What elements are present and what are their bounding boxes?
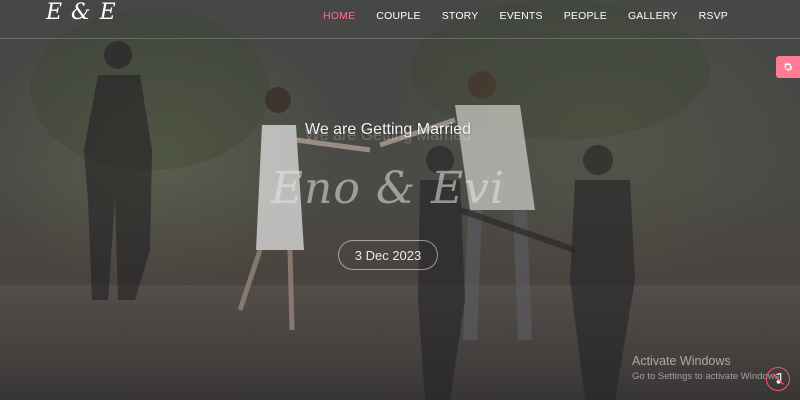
activate-windows-subtitle: Go to Settings to activate Windows. — [632, 371, 782, 382]
wedding-date-badge: 3 Dec 2023 — [338, 240, 438, 270]
nav-item-story[interactable]: STORY — [442, 10, 479, 22]
activate-windows-title: Activate Windows — [632, 354, 731, 368]
nav-item-rsvp[interactable]: RSVP — [699, 10, 728, 22]
nav-menu: HOME COUPLE STORY EVENTS PEOPLE GALLERY … — [302, 10, 728, 22]
nav-item-home[interactable]: HOME — [323, 10, 355, 22]
nav-item-couple[interactable]: COUPLE — [376, 10, 420, 22]
site-logo[interactable]: E & E — [46, 0, 117, 25]
top-navbar: E & E HOME COUPLE STORY EVENTS PEOPLE GA… — [0, 0, 800, 39]
nav-item-gallery[interactable]: GALLERY — [628, 10, 678, 22]
gear-icon — [784, 62, 793, 71]
nav-item-events[interactable]: EVENTS — [499, 10, 542, 22]
hero-tagline: We are Getting Married — [305, 121, 471, 138]
couple-names: Eno & Evi — [270, 163, 506, 214]
music-muted-icon — [772, 372, 784, 385]
wedding-date: 3 Dec 2023 — [354, 247, 422, 263]
music-toggle-button[interactable] — [766, 367, 790, 391]
nav-item-people[interactable]: PEOPLE — [564, 10, 607, 22]
settings-button[interactable] — [776, 56, 800, 78]
